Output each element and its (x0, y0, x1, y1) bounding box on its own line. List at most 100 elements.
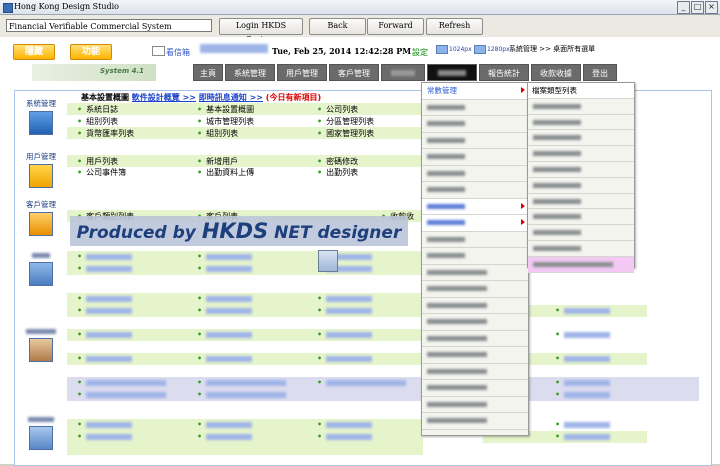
list-item[interactable]: • 密碼修改 (317, 156, 358, 167)
menu-item[interactable] (422, 364, 528, 380)
calculator-icon[interactable] (318, 250, 338, 272)
list-item[interactable]: • (197, 390, 287, 399)
menu-item[interactable] (422, 198, 528, 215)
menu-item-constants[interactable]: 常數管理 (422, 83, 528, 100)
back-button[interactable]: Back (309, 18, 366, 35)
menu-item[interactable] (422, 166, 528, 182)
list-item[interactable]: • (317, 354, 373, 363)
list-item[interactable]: • (197, 264, 253, 273)
menu-item[interactable] (422, 298, 528, 314)
list-item[interactable]: • (555, 432, 611, 441)
list-item[interactable]: • 出勤列表 (317, 167, 358, 178)
res-1280-button[interactable]: 1280px (474, 45, 510, 54)
list-item[interactable]: • (317, 420, 373, 429)
url-input[interactable]: Financial Verifiable Commercial System (6, 19, 212, 32)
minimize-icon[interactable]: _ (677, 1, 690, 14)
list-item[interactable]: • (555, 330, 611, 339)
list-item[interactable]: • (77, 306, 133, 315)
list-item[interactable]: • (77, 354, 133, 363)
menu-item[interactable] (422, 248, 528, 265)
list-item[interactable]: • 基本設置概圖 (197, 104, 254, 115)
list-item[interactable]: • (197, 420, 253, 429)
mailbox-link[interactable]: 看信箱 (166, 47, 190, 58)
submenu-item[interactable] (528, 194, 634, 210)
menu-item[interactable] (422, 182, 528, 199)
list-item[interactable]: • 組別列表 (197, 128, 238, 139)
list-item[interactable]: • 系統日誌 (77, 104, 118, 115)
nav-user[interactable]: 用戶管理 (277, 64, 327, 81)
list-item[interactable]: • (197, 330, 253, 339)
menu-item[interactable] (422, 380, 528, 397)
user-icon[interactable] (29, 164, 53, 188)
list-item[interactable]: • (555, 354, 611, 363)
list-item[interactable]: • (317, 294, 373, 303)
close-icon[interactable]: × (705, 1, 718, 14)
menu-item[interactable] (422, 116, 528, 133)
nav-report[interactable]: 報告統計 (479, 64, 529, 81)
menu-item[interactable] (422, 331, 528, 347)
list-item[interactable]: • (197, 252, 253, 261)
mail-icon[interactable] (152, 46, 165, 56)
list-item[interactable]: • (77, 420, 133, 429)
submenu-item[interactable] (528, 241, 634, 257)
list-item[interactable]: • (197, 354, 253, 363)
menu-item[interactable] (422, 232, 528, 248)
submenu-item[interactable] (528, 99, 634, 115)
list-item[interactable]: • (317, 378, 407, 387)
menu-item[interactable] (422, 314, 528, 331)
list-item[interactable]: • (77, 252, 133, 261)
menu-item[interactable] (422, 100, 528, 116)
list-item[interactable]: • (317, 306, 373, 315)
list-item[interactable]: • (77, 264, 133, 273)
menu-item[interactable] (422, 281, 528, 298)
nav-item-6[interactable] (427, 64, 477, 81)
submenu-item[interactable] (528, 178, 634, 194)
submenu-item-file-types[interactable]: 檔案類型列表 (528, 83, 634, 99)
list-item[interactable]: • (197, 378, 287, 387)
submenu-item[interactable] (528, 162, 634, 178)
menu-item[interactable] (422, 397, 528, 413)
list-item[interactable]: • (77, 432, 133, 441)
hide-button[interactable]: 隱藏 (13, 44, 55, 60)
submenu-item-highlighted[interactable] (528, 256, 634, 273)
menu-item[interactable] (422, 265, 528, 281)
menu-item[interactable] (422, 149, 528, 166)
nav-logout[interactable]: 登出 (583, 64, 617, 81)
submenu-item[interactable] (528, 130, 634, 147)
list-item[interactable]: • 組別列表 (77, 116, 118, 127)
list-item[interactable]: • (197, 306, 253, 315)
list-item[interactable]: • 分區管理列表 (317, 116, 374, 127)
forward-button[interactable]: Forward (367, 18, 424, 35)
nav-home[interactable]: 主頁 (193, 64, 223, 81)
list-item[interactable]: • 用戶列表 (77, 156, 118, 167)
list-item[interactable]: • (197, 432, 253, 441)
list-item[interactable]: • (77, 330, 133, 339)
list-item[interactable]: • (317, 432, 373, 441)
list-item[interactable]: • 新增用戶 (197, 156, 238, 167)
list-item[interactable]: • 國家管理列表 (317, 128, 374, 139)
list-item[interactable]: • 公司事件簿 (77, 167, 126, 178)
list-item[interactable]: • 公司列表 (317, 104, 358, 115)
list-item[interactable]: • (317, 330, 373, 339)
customer-icon[interactable] (29, 212, 53, 236)
list-item[interactable]: • (555, 420, 611, 429)
design-overview-link[interactable]: 軟件設計概覽 >> (132, 93, 196, 102)
nav-item-5[interactable] (381, 64, 425, 81)
message-link[interactable]: 即時訊息通知 >> (199, 93, 263, 102)
robot-icon[interactable] (29, 262, 53, 286)
login-button[interactable]: Login HKDS System (219, 18, 303, 44)
list-item[interactable]: • 出勤資料上傳 (197, 167, 254, 178)
maximize-icon[interactable]: □ (691, 1, 704, 14)
menu-item[interactable] (422, 413, 528, 430)
menu-item[interactable] (422, 133, 528, 149)
list-item[interactable]: • (77, 378, 167, 387)
res-1024-button[interactable]: 1024px (436, 45, 472, 54)
submenu-item[interactable] (528, 146, 634, 162)
people-icon[interactable] (29, 338, 53, 362)
nav-receipt[interactable]: 收款收據 (531, 64, 581, 81)
nav-customer[interactable]: 客戶管理 (329, 64, 379, 81)
submenu-item[interactable] (528, 225, 634, 241)
list-item[interactable]: • (77, 390, 167, 399)
list-item[interactable]: • (555, 390, 611, 399)
computer-icon[interactable] (29, 111, 53, 135)
